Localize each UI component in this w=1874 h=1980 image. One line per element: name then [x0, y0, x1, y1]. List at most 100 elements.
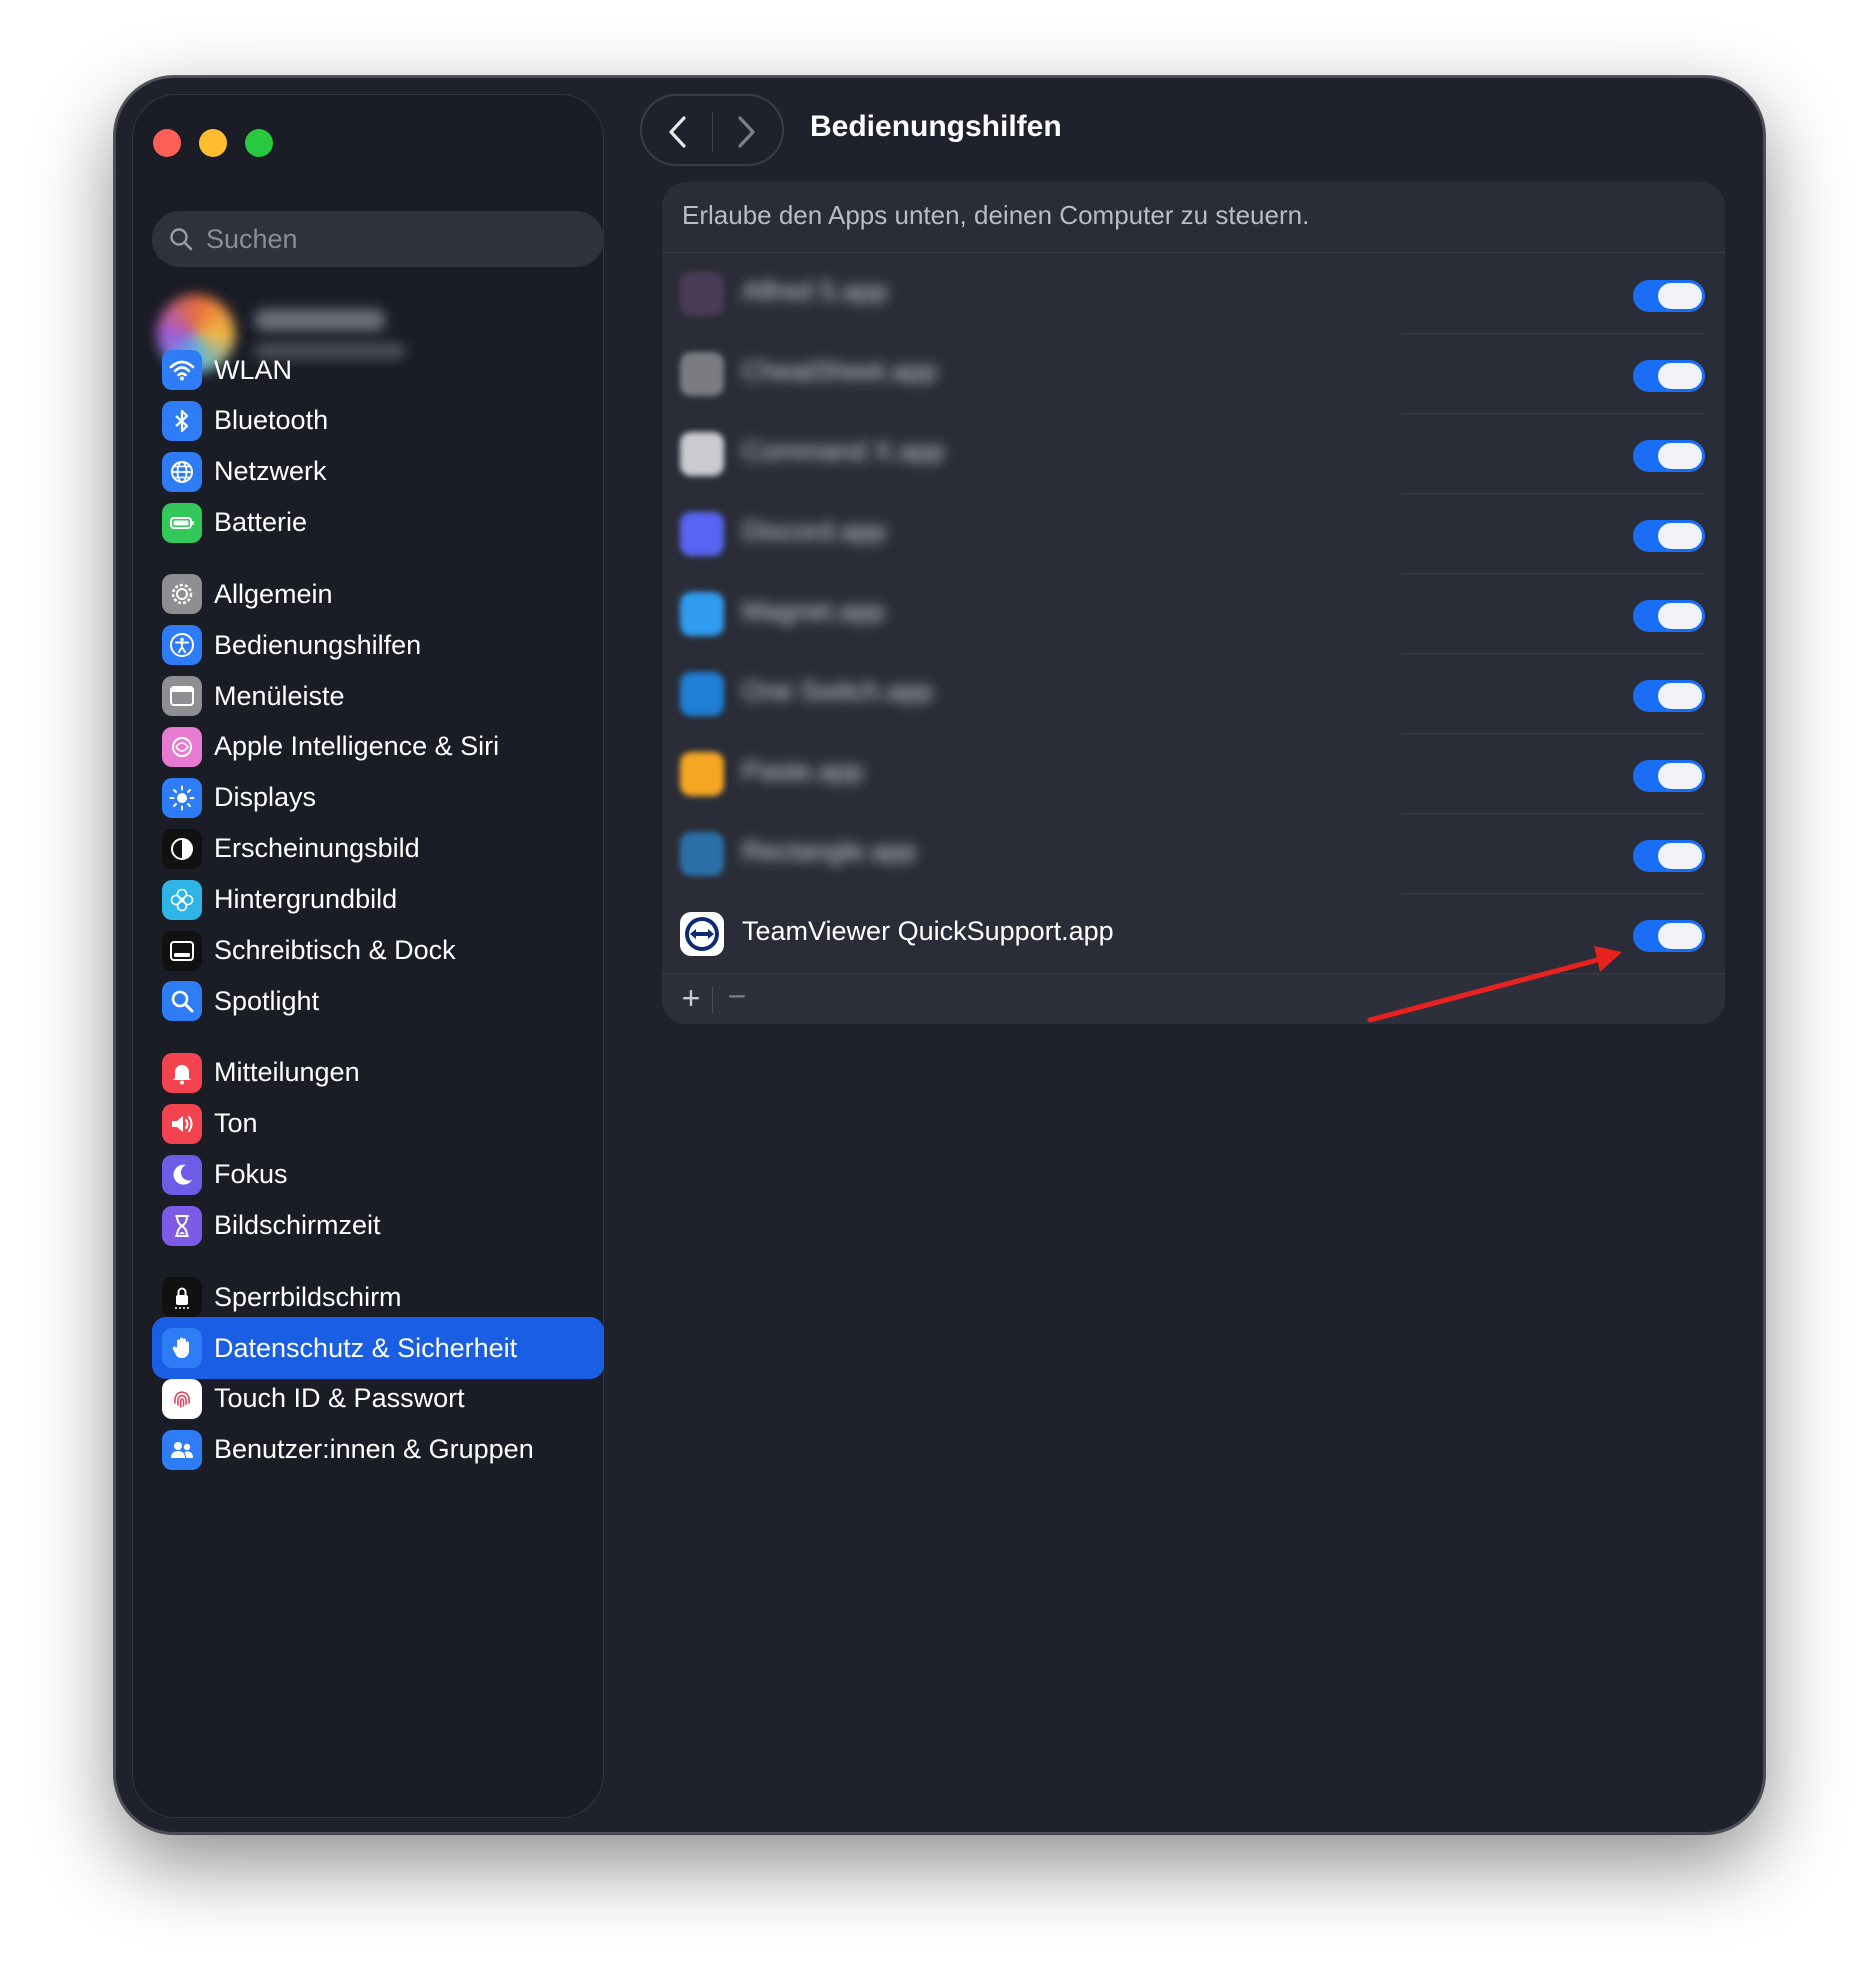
- toolbar: Bedienungshilfen: [640, 94, 1733, 168]
- app-permission-toggle[interactable]: [1633, 840, 1705, 872]
- minimize-button[interactable]: [199, 129, 227, 157]
- sidebar-item-label: Allgemein: [214, 578, 333, 609]
- magnifier-icon: [162, 981, 202, 1022]
- app-row: Alfred 5.app: [662, 254, 1725, 334]
- battery-icon: [162, 502, 202, 543]
- sidebar-item-label: Mitteilungen: [214, 1057, 360, 1088]
- sidebar: Suchen WLAN Bluetooth Netzwerk Batterie Allg…: [132, 94, 604, 1818]
- app-icon: [680, 432, 724, 476]
- sidebar-item-spotlight[interactable]: Spotlight: [152, 970, 604, 1032]
- sidebar-item-label: Batterie: [214, 507, 308, 538]
- app-permission-toggle[interactable]: [1633, 520, 1705, 552]
- app-permission-toggle[interactable]: [1633, 920, 1705, 952]
- sidebar-item-label: Schreibtisch & Dock: [214, 935, 456, 965]
- toggle-knob: [1658, 443, 1702, 469]
- toggle-knob: [1658, 523, 1702, 549]
- users-icon: [162, 1429, 202, 1470]
- app-name: Discord.app: [742, 516, 887, 546]
- sidebar-item-label: Touch ID & Passwort: [214, 1383, 465, 1414]
- sidebar-item-label: Bedienungshilfen: [214, 629, 422, 660]
- app-permission-toggle[interactable]: [1633, 440, 1705, 472]
- app-name: TeamViewer QuickSupport.app: [742, 916, 1114, 946]
- app-row: Paste.app: [662, 734, 1725, 814]
- accessibility-icon: [162, 625, 202, 666]
- sidebar-item-bildschirmzeit[interactable]: Bildschirmzeit: [152, 1195, 604, 1257]
- app-icon: [680, 912, 724, 956]
- app-name: Command X.app: [742, 436, 945, 466]
- lock-icon: [162, 1277, 202, 1318]
- app-icon: [680, 752, 724, 796]
- toggle-knob: [1658, 923, 1702, 949]
- sidebar-item-batterie[interactable]: Batterie: [152, 492, 604, 554]
- gear-icon: [162, 574, 202, 615]
- siri-icon: [162, 726, 202, 767]
- account-name-redacted: [255, 309, 385, 331]
- app-row: TeamViewer QuickSupport.app: [662, 894, 1725, 974]
- app-icon: [680, 272, 724, 316]
- app-row: Rectangle.app: [662, 814, 1725, 894]
- toggle-knob: [1658, 763, 1702, 789]
- dock-icon: [162, 930, 202, 971]
- remove-app-button[interactable]: −: [722, 978, 752, 1015]
- sidebar-item-label: Fokus: [214, 1159, 288, 1190]
- app-row: Command X.app: [662, 414, 1725, 494]
- app-row: Discord.app: [662, 494, 1725, 574]
- back-button[interactable]: [656, 110, 700, 154]
- hourglass-icon: [162, 1205, 202, 1246]
- list-footer: + −: [662, 974, 1725, 1024]
- sidebar-item-label: Bluetooth: [214, 405, 329, 436]
- bluetooth-icon: [162, 400, 202, 441]
- toggle-knob: [1658, 283, 1702, 309]
- app-permission-toggle[interactable]: [1633, 760, 1705, 792]
- app-row: CheatSheet.app: [662, 334, 1725, 414]
- hand-icon: [162, 1328, 202, 1368]
- zoom-button[interactable]: [245, 129, 273, 157]
- globe-icon: [162, 451, 202, 492]
- app-icon: [680, 672, 724, 716]
- search-input[interactable]: Suchen: [152, 211, 604, 267]
- fingerprint-icon: [162, 1378, 202, 1419]
- add-app-button[interactable]: +: [676, 980, 706, 1017]
- app-permission-toggle[interactable]: [1633, 280, 1705, 312]
- app-name: CheatSheet.app: [742, 356, 938, 386]
- toggle-knob: [1658, 683, 1702, 709]
- app-row: One Switch.app: [662, 654, 1725, 734]
- app-name: Magnet.app: [742, 596, 885, 626]
- appearance-icon: [162, 828, 202, 869]
- sidebar-item-label: Spotlight: [214, 985, 320, 1016]
- settings-window: Suchen WLAN Bluetooth Netzwerk Batterie Allg…: [114, 76, 1765, 1834]
- nav-divider: [712, 112, 713, 152]
- app-name: One Switch.app: [742, 676, 933, 706]
- flower-icon: [162, 879, 202, 920]
- panel-description: Erlaube den Apps unten, deinen Computer …: [682, 200, 1310, 230]
- sidebar-item-label: Netzwerk: [214, 456, 327, 487]
- sidebar-item-label: Ton: [214, 1108, 258, 1139]
- app-name: Alfred 5.app: [742, 276, 888, 306]
- sidebar-item-label: Benutzer:innen & Gruppen: [214, 1434, 534, 1465]
- app-permission-toggle[interactable]: [1633, 360, 1705, 392]
- menubar-icon: [162, 676, 202, 716]
- app-permission-toggle[interactable]: [1633, 600, 1705, 632]
- app-icon: [680, 832, 724, 876]
- app-icon: [680, 512, 724, 556]
- close-button[interactable]: [153, 129, 181, 157]
- forward-button[interactable]: [724, 110, 768, 154]
- app-icon: [680, 352, 724, 396]
- footer-divider: [712, 986, 713, 1014]
- speaker-icon: [162, 1103, 202, 1144]
- app-name: Rectangle.app: [742, 836, 917, 866]
- toggle-knob: [1658, 363, 1702, 389]
- moon-icon: [162, 1154, 202, 1195]
- page-title: Bedienungshilfen: [810, 110, 1062, 143]
- navigation-buttons: [640, 94, 784, 166]
- chevron-right-icon: [738, 116, 755, 148]
- app-icon: [680, 592, 724, 636]
- search-placeholder: Suchen: [206, 223, 298, 254]
- sun-icon: [162, 777, 202, 818]
- sidebar-item-label: Displays: [214, 782, 317, 813]
- sidebar-item-benutzer-innen-gruppen[interactable]: Benutzer:innen & Gruppen: [152, 1419, 604, 1481]
- sidebar-item-label: Hintergrundbild: [214, 884, 398, 915]
- sidebar-item-label: Apple Intelligence & Siri: [214, 731, 500, 762]
- app-permission-toggle[interactable]: [1633, 680, 1705, 712]
- app-name: Paste.app: [742, 756, 864, 786]
